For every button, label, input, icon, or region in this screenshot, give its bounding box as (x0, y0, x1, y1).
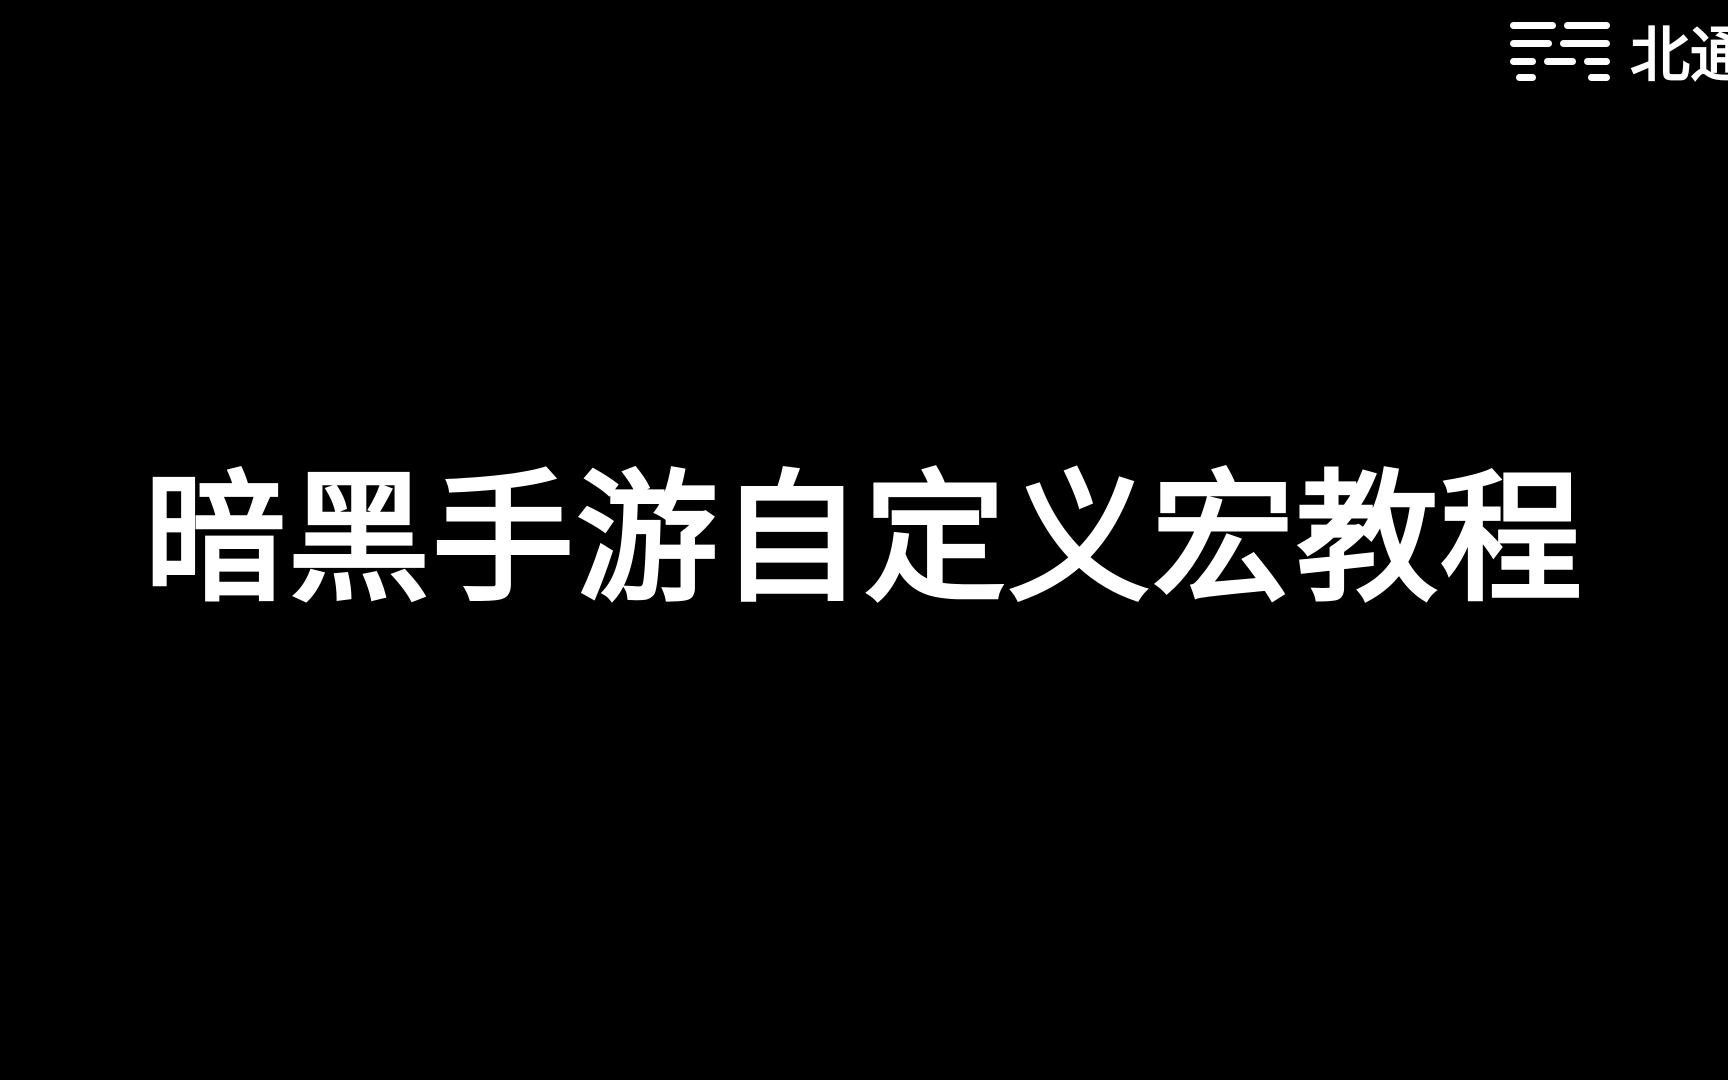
video-title: 暗黑手游自定义宏教程 (144, 457, 1584, 622)
watermark-logo-icon: 北通 (1510, 21, 1728, 84)
watermark-logo-text: 北通 (1630, 21, 1728, 84)
watermark-logo: 北通 (1508, 18, 1728, 84)
video-frame: 北通 暗黑手游自定义宏教程 (0, 0, 1728, 1080)
